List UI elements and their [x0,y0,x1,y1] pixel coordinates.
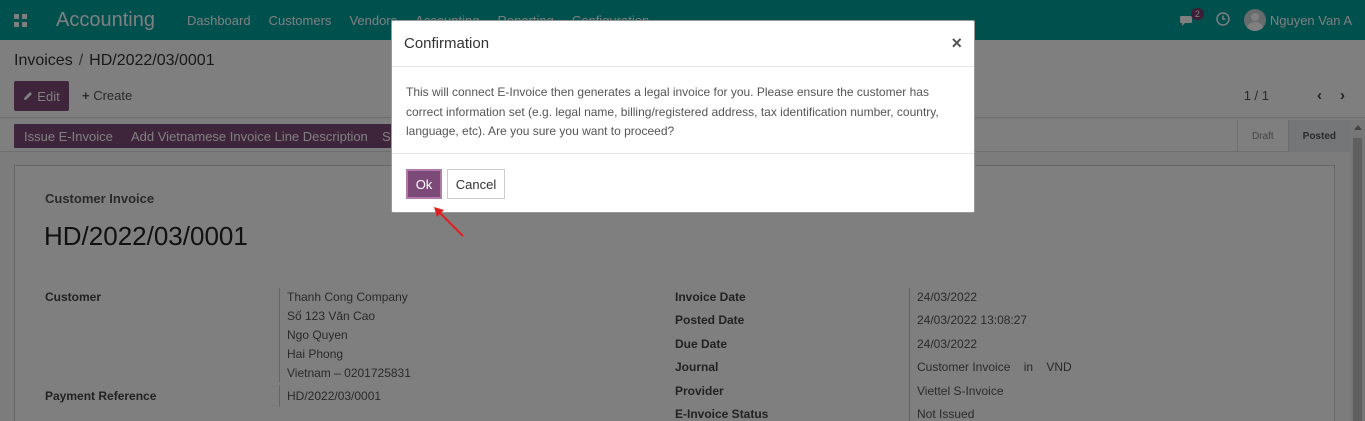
ok-button[interactable]: Ok [406,169,442,199]
dialog-footer: Ok Cancel [392,153,974,213]
close-icon[interactable]: × [951,33,962,54]
confirmation-dialog: Confirmation × This will connect E-Invoi… [391,20,975,213]
dialog-message: This will connect E-Invoice then generat… [406,85,939,138]
dialog-title: Confirmation [404,35,490,52]
cancel-button[interactable]: Cancel [447,169,505,199]
annotation-arrow-icon [434,207,464,237]
dialog-header: Confirmation × [392,21,974,67]
